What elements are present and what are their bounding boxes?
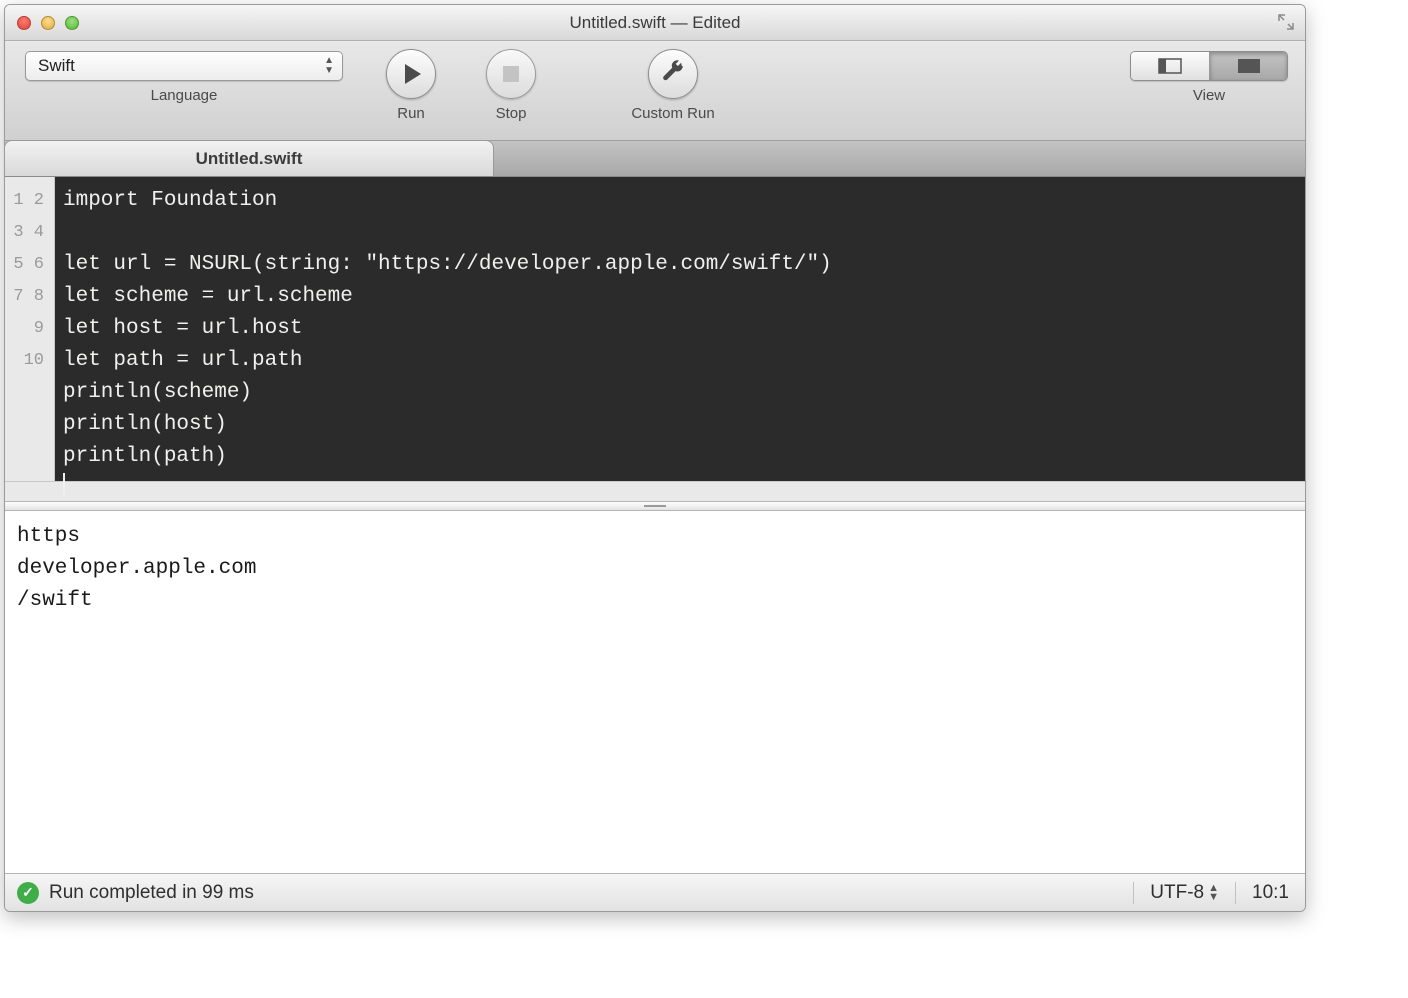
- window-controls: [5, 16, 79, 30]
- stop-label: Stop: [496, 105, 527, 122]
- language-group: Swift ▲▼ Language: [5, 49, 363, 104]
- line-number-gutter: 1 2 3 4 5 6 7 8 9 10: [5, 177, 55, 481]
- run-label: Run: [397, 105, 425, 122]
- success-icon: ✓: [17, 882, 39, 904]
- encoding-selector[interactable]: UTF-8 ▲▼: [1133, 882, 1235, 904]
- fullscreen-icon[interactable]: [1277, 13, 1295, 31]
- split-handle[interactable]: [5, 501, 1305, 511]
- dropdown-arrows-icon: ▲▼: [324, 56, 334, 76]
- stop-button[interactable]: [486, 49, 536, 99]
- stop-icon: [503, 66, 519, 82]
- close-window-button[interactable]: [17, 16, 31, 30]
- language-dropdown[interactable]: Swift ▲▼: [25, 51, 343, 81]
- wrench-icon: [660, 59, 686, 90]
- titlebar: Untitled.swift — Edited: [5, 5, 1305, 41]
- cursor-value: 10:1: [1252, 882, 1289, 904]
- language-label: Language: [151, 87, 218, 104]
- language-value: Swift: [38, 56, 75, 76]
- view-label: View: [1193, 87, 1225, 104]
- play-icon: [405, 64, 421, 84]
- status-message: Run completed in 99 ms: [49, 882, 254, 904]
- run-button[interactable]: [386, 49, 436, 99]
- window-title: Untitled.swift — Edited: [5, 13, 1305, 33]
- view-split-button[interactable]: [1131, 52, 1209, 80]
- custom-run-button[interactable]: [648, 49, 698, 99]
- zoom-window-button[interactable]: [65, 16, 79, 30]
- tab-untitled[interactable]: Untitled.swift: [4, 140, 494, 176]
- tabbar: Untitled.swift: [5, 141, 1305, 177]
- grip-icon: [644, 505, 666, 507]
- statusbar: ✓ Run completed in 99 ms UTF-8 ▲▼ 10:1: [5, 873, 1305, 911]
- code-area[interactable]: import Foundation let url = NSURL(string…: [55, 177, 1305, 481]
- toolbar: Swift ▲▼ Language Run Stop Custom Run: [5, 41, 1305, 141]
- run-group: Run: [363, 49, 459, 122]
- view-segmented: [1130, 51, 1288, 81]
- editor-padding: [5, 481, 1305, 501]
- output-panel[interactable]: https developer.apple.com /swift: [5, 511, 1305, 873]
- dropdown-arrows-icon: ▲▼: [1208, 884, 1219, 902]
- view-single-button[interactable]: [1209, 52, 1287, 80]
- stop-group: Stop: [459, 49, 563, 122]
- text-cursor: [63, 473, 65, 497]
- view-group: View: [1119, 49, 1305, 104]
- cursor-position[interactable]: 10:1: [1235, 882, 1305, 904]
- tab-label: Untitled.swift: [196, 149, 303, 169]
- app-window: Untitled.swift — Edited Swift ▲▼ Languag…: [4, 4, 1306, 912]
- encoding-value: UTF-8: [1150, 882, 1204, 904]
- editor: 1 2 3 4 5 6 7 8 9 10 import Foundation l…: [5, 177, 1305, 481]
- custom-run-label: Custom Run: [631, 105, 714, 122]
- code-text: import Foundation let url = NSURL(string…: [63, 189, 832, 468]
- minimize-window-button[interactable]: [41, 16, 55, 30]
- custom-run-group: Custom Run: [563, 49, 783, 122]
